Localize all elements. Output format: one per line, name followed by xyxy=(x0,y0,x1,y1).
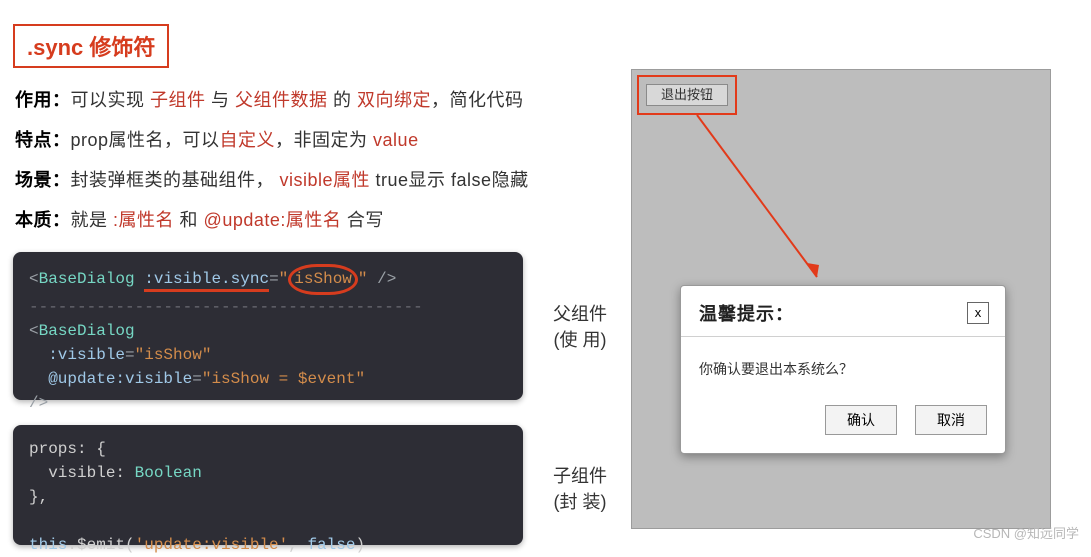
close-button[interactable]: x xyxy=(967,302,989,324)
desc-line-essence: 本质：就是 :属性名 和 @update:属性名 合写 xyxy=(15,206,384,232)
code: .$emit( xyxy=(67,536,134,554)
desc-line-scene: 场景：封装弹框类的基础组件， visible属性 true显示 false隐藏 xyxy=(15,166,529,192)
text: prop属性名，可以 xyxy=(71,130,220,150)
code: , xyxy=(288,536,307,554)
keyword: @update:属性名 xyxy=(204,210,342,230)
eq: = xyxy=(269,270,279,288)
code: props: { xyxy=(29,440,106,458)
attr-val: isShow xyxy=(288,264,358,295)
dialog-title: 温馨提示： xyxy=(699,300,794,326)
side-label-parent: 父组件 (使 用) xyxy=(535,300,625,352)
text: 可以实现 xyxy=(71,90,151,110)
confirm-button[interactable]: 确认 xyxy=(825,405,897,435)
text: (使 用) xyxy=(535,326,625,352)
slide-title: .sync 修饰符 xyxy=(13,24,169,68)
type: Boolean xyxy=(135,464,202,482)
text: 与 xyxy=(206,90,236,110)
code: visible: xyxy=(29,464,135,482)
string: 'update:visible' xyxy=(135,536,289,554)
cancel-button[interactable]: 取消 xyxy=(915,405,987,435)
keyword: 子组件 xyxy=(150,90,206,110)
watermark: CSDN @知远同学 xyxy=(973,523,1079,542)
dialog-body: 你确认要退出本系统么？ xyxy=(681,337,1005,405)
tag: BaseDialog xyxy=(39,270,135,288)
attr-val: "isShow = $event" xyxy=(202,370,365,388)
keyword: :属性名 xyxy=(113,210,174,230)
text: 封装弹框类的基础组件， xyxy=(71,170,275,190)
separator: ----------------------------------------… xyxy=(29,295,507,319)
dialog-head: 温馨提示： x xyxy=(681,286,1005,337)
label: 本质： xyxy=(15,210,71,230)
keyword: 自定义 xyxy=(220,130,276,150)
text: true显示 false隐藏 xyxy=(370,170,529,190)
label: 特点： xyxy=(15,130,71,150)
tag: BaseDialog xyxy=(39,322,135,340)
code: this xyxy=(29,536,67,554)
text: (封 装) xyxy=(535,488,625,514)
code-block-child: props: { visible: Boolean }, this.$emit(… xyxy=(13,425,523,545)
text: 和 xyxy=(174,210,204,230)
arrow-icon xyxy=(687,105,837,295)
label: 作用： xyxy=(15,90,71,110)
attr-name: :visible.sync xyxy=(144,270,269,292)
bool: false xyxy=(307,536,355,554)
side-label-child: 子组件 (封 装) xyxy=(535,462,625,514)
dialog-foot: 确认 取消 xyxy=(681,405,1005,435)
text: 子组件 xyxy=(535,462,625,488)
keyword: visible属性 xyxy=(274,170,370,190)
text: 父组件 xyxy=(535,300,625,326)
quote: " xyxy=(358,270,368,288)
keyword: 双向绑定 xyxy=(357,90,431,110)
text: 的 xyxy=(328,90,358,110)
confirm-dialog: 温馨提示： x 你确认要退出本系统么？ 确认 取消 xyxy=(680,285,1006,454)
attr-name: :visible xyxy=(48,346,125,364)
code: }, xyxy=(29,488,48,506)
text: 就是 xyxy=(71,210,114,230)
demo-panel: 退出按钮 温馨提示： x 你确认要退出本系统么？ 确认 取消 xyxy=(631,69,1051,529)
attr-val: "isShow" xyxy=(135,346,212,364)
keyword: value xyxy=(373,130,419,150)
keyword: 父组件数据 xyxy=(235,90,328,110)
quote: " xyxy=(279,270,289,288)
text: ，简化代码 xyxy=(431,90,524,110)
code-block-parent: <BaseDialog :visible.sync="isShow" /> --… xyxy=(13,252,523,400)
code: ) xyxy=(355,536,365,554)
text: 合写 xyxy=(341,210,384,230)
desc-line-feature: 特点：prop属性名，可以自定义，非固定为 value xyxy=(15,126,419,152)
desc-line-purpose: 作用：可以实现 子组件 与 父组件数据 的 双向绑定，简化代码 xyxy=(15,86,524,112)
logout-button[interactable]: 退出按钮 xyxy=(646,84,728,106)
text: ，非固定为 xyxy=(275,130,373,150)
label: 场景： xyxy=(15,170,71,190)
attr-name: @update:visible xyxy=(48,370,192,388)
